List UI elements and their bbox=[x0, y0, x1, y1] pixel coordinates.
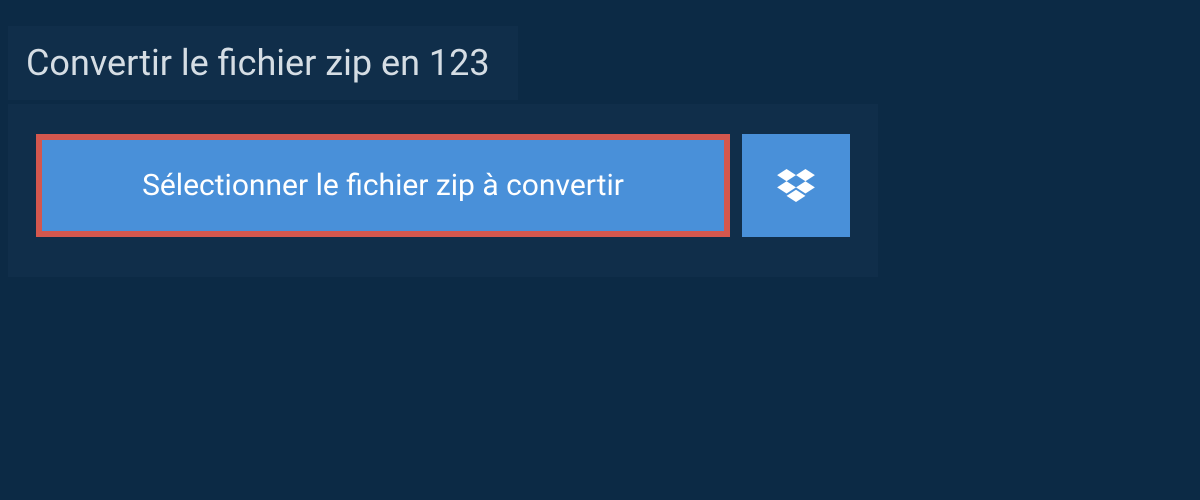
dropbox-button[interactable] bbox=[742, 134, 850, 237]
dropbox-icon bbox=[777, 169, 815, 203]
button-row: Sélectionner le fichier zip à convertir bbox=[36, 134, 850, 237]
page-title: Convertir le fichier zip en 123 bbox=[26, 42, 490, 84]
header-tab: Convertir le fichier zip en 123 bbox=[8, 26, 518, 100]
upload-panel: Sélectionner le fichier zip à convertir bbox=[8, 104, 878, 277]
select-file-button[interactable]: Sélectionner le fichier zip à convertir bbox=[36, 134, 730, 237]
select-file-label: Sélectionner le fichier zip à convertir bbox=[142, 168, 624, 203]
